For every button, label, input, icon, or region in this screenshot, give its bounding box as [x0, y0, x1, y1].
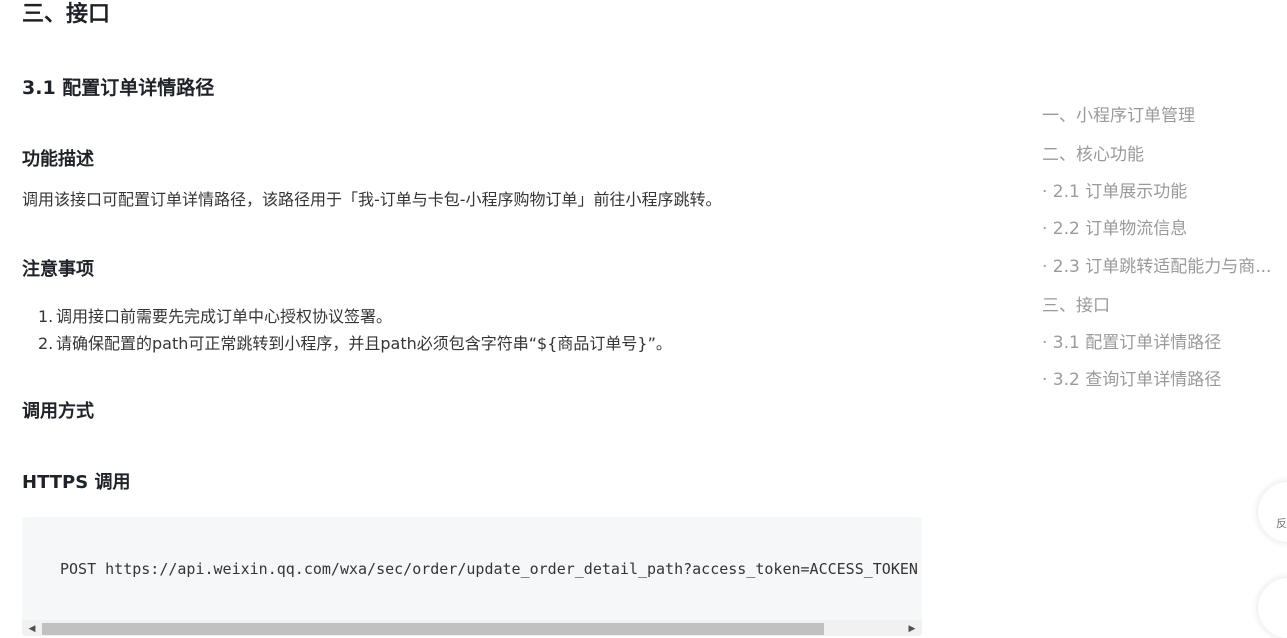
notes-list: 1. 调用接口前需要先完成订单中心授权协议签署。 2. 请确保配置的path可正… [38, 303, 672, 357]
main-content: 三、接口 3.1 配置订单详情路径 功能描述 调用该接口可配置订单详情路径，该路… [22, 0, 922, 636]
subsection-title: 3.1 配置订单详情路径 [22, 77, 215, 99]
scroll-right-icon[interactable]: ▶ [906, 623, 918, 635]
code-block: POST https://api.weixin.qq.com/wxa/sec/o… [22, 517, 922, 636]
toc-item[interactable]: · 2.3 订单跳转适配能力与商... [1042, 256, 1271, 278]
list-item: 1. 调用接口前需要先完成订单中心授权协议签署。 [38, 303, 672, 330]
scroll-left-icon[interactable]: ◀ [26, 623, 38, 635]
list-number: 1. [38, 307, 54, 326]
description-heading: 功能描述 [22, 149, 94, 170]
toc-item[interactable]: 二、核心功能 [1042, 144, 1144, 166]
section-title: 三、接口 [22, 2, 111, 27]
code-text: POST https://api.weixin.qq.com/wxa/sec/o… [60, 560, 918, 578]
call-method-heading: 调用方式 [22, 401, 94, 422]
description-text: 调用该接口可配置订单详情路径，该路径用于「我-订单与卡包-小程序购物订单」前往小… [22, 190, 722, 209]
list-text: 调用接口前需要先完成订单中心授权协议签署。 [56, 307, 393, 326]
scrollbar-thumb[interactable] [42, 623, 824, 635]
notes-heading: 注意事项 [22, 259, 94, 280]
toc-item[interactable]: · 3.1 配置订单详情路径 [1042, 332, 1221, 354]
toc-item[interactable]: 三、接口 [1042, 295, 1110, 317]
table-of-contents: 一、小程序订单管理 二、核心功能 · 2.1 订单展示功能 · 2.2 订单物流… [1042, 0, 1287, 636]
list-text: 请确保配置的path可正常跳转到小程序，并且path必须包含字符串“${商品订单… [56, 334, 672, 353]
toc-item[interactable]: · 3.2 查询订单详情路径 [1042, 369, 1221, 391]
toc-item[interactable]: 一、小程序订单管理 [1042, 105, 1195, 127]
feedback-label: 反 [1276, 517, 1287, 530]
toc-item[interactable]: · 2.1 订单展示功能 [1042, 181, 1187, 203]
horizontal-scrollbar[interactable]: ◀ ▶ [22, 620, 922, 636]
list-item: 2. 请确保配置的path可正常跳转到小程序，并且path必须包含字符串“${商… [38, 330, 672, 357]
list-number: 2. [38, 334, 54, 353]
https-call-heading: HTTPS 调用 [22, 472, 131, 493]
toc-item[interactable]: · 2.2 订单物流信息 [1042, 218, 1187, 240]
